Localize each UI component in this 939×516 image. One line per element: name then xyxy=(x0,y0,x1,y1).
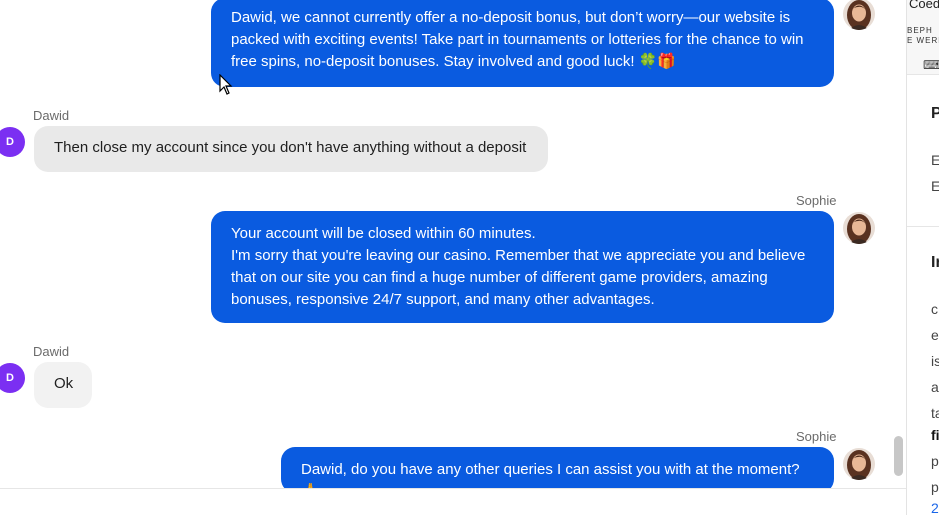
section-heading: P xyxy=(931,105,939,122)
agent-avatar xyxy=(843,212,875,244)
agent-message-bubble: Your account will be closed within 60 mi… xyxy=(211,211,834,323)
section-text: E xyxy=(931,152,939,168)
section-link[interactable]: 2 xyxy=(931,500,939,515)
message-line: I'm sorry that you're leaving our casino… xyxy=(231,247,806,264)
section-divider xyxy=(907,226,939,227)
section-text: a xyxy=(931,379,939,395)
side-panel: Coedp BEPH E WERN ⌨ P E E Ir c e is a ta… xyxy=(907,0,939,515)
section-text-bold: fi xyxy=(931,427,939,443)
agent-message-bubble: Dawid, we cannot currently offer a no-de… xyxy=(211,0,834,87)
thumbnail-text: BEPH xyxy=(907,26,933,35)
document-thumbnail[interactable]: Coedp BEPH E WERN ⌨ xyxy=(907,0,939,75)
woman-portrait-icon xyxy=(843,0,875,30)
woman-portrait-icon xyxy=(843,212,875,244)
message-line: Your account will be closed within 60 mi… xyxy=(231,225,536,242)
section-text: E xyxy=(931,178,939,194)
mouse-cursor-icon xyxy=(219,74,233,95)
agent-message-bubble: Dawid, do you have any other queries I c… xyxy=(281,447,834,488)
message-line: Dawid, we cannot currently offer a no-de… xyxy=(231,9,791,26)
agent-avatar xyxy=(843,0,875,30)
thumbnail-title: Coedp xyxy=(909,0,939,11)
section-text: ta xyxy=(931,405,939,421)
message-line: packed with exciting events! Take part i… xyxy=(231,31,804,48)
chat-scrollbar[interactable] xyxy=(894,436,903,476)
section-heading: Ir xyxy=(931,254,939,271)
agent-avatar xyxy=(843,448,875,480)
user-message-bubble: Then close my account since you don't ha… xyxy=(34,126,548,172)
section-text: is xyxy=(931,353,939,369)
keyboard-icon: ⌨ xyxy=(923,58,939,72)
sender-name: Sophie xyxy=(796,193,837,208)
user-avatar: D xyxy=(0,363,25,393)
section-text: c xyxy=(931,301,938,317)
sender-name: Sophie xyxy=(796,429,837,444)
user-avatar: D xyxy=(0,127,25,157)
section-text: p xyxy=(931,479,939,495)
section-text: e xyxy=(931,327,939,343)
message-line: free spins, no-deposit bonuses. Stay inv… xyxy=(231,53,677,70)
message-line: that on our site you can find a huge num… xyxy=(231,269,768,286)
user-message-bubble: Ok xyxy=(34,362,92,408)
message-line: bonuses, responsive 24/7 support, and ma… xyxy=(231,291,655,308)
sender-name: Dawid xyxy=(33,108,70,123)
woman-portrait-icon xyxy=(843,448,875,480)
chat-transcript: Dawid, we cannot currently offer a no-de… xyxy=(0,0,906,488)
composer-bar xyxy=(0,488,906,516)
thumbnail-text: E WERN xyxy=(907,36,939,45)
section-text: p xyxy=(931,453,939,469)
sender-name: Dawid xyxy=(33,344,70,359)
